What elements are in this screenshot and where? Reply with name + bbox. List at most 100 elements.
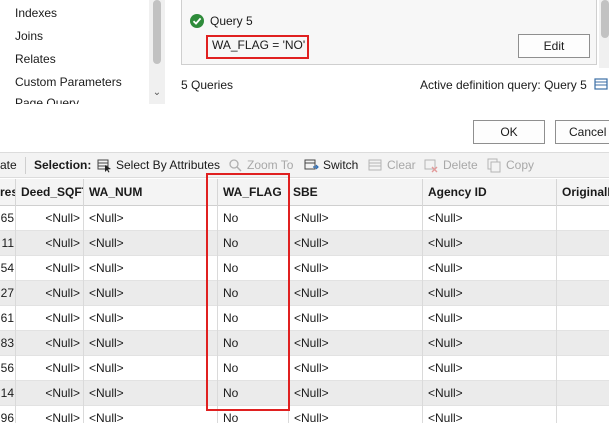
scroll-down-icon[interactable]: ⌄ xyxy=(150,86,164,100)
toolbar-divider xyxy=(25,157,26,174)
column-header-originalf[interactable]: OriginalF xyxy=(557,179,609,206)
cell-agency-id[interactable]: <Null> xyxy=(423,306,557,331)
nav-item-indexes[interactable]: Indexes xyxy=(15,6,57,20)
cancel-button[interactable]: Cancel xyxy=(555,120,609,144)
nav-scrollbar-thumb[interactable] xyxy=(153,0,161,64)
cell-wa-flag[interactable]: No xyxy=(218,206,289,231)
cell-wa-num[interactable]: <Null> xyxy=(84,206,218,231)
cell-originalf[interactable] xyxy=(557,256,609,281)
cell-sbe[interactable]: <Null> xyxy=(289,331,423,356)
cell-res[interactable]: 61 xyxy=(0,306,16,331)
cell-res[interactable]: 56 xyxy=(0,356,16,381)
cell-originalf[interactable] xyxy=(557,381,609,406)
cell-originalf[interactable] xyxy=(557,306,609,331)
table-row[interactable]: 11 <Null> <Null> No <Null> <Null> xyxy=(0,231,609,256)
table-row[interactable]: 27 <Null> <Null> No <Null> <Null> xyxy=(0,281,609,306)
clear-selection-button[interactable]: Clear xyxy=(387,158,416,172)
cell-sbe[interactable]: <Null> xyxy=(289,306,423,331)
cell-originalf[interactable] xyxy=(557,281,609,306)
cell-wa-num[interactable]: <Null> xyxy=(84,256,218,281)
cell-agency-id[interactable]: <Null> xyxy=(423,381,557,406)
table-row[interactable]: 61 <Null> <Null> No <Null> <Null> xyxy=(0,306,609,331)
cell-agency-id[interactable]: <Null> xyxy=(423,206,557,231)
cell-wa-num[interactable]: <Null> xyxy=(84,281,218,306)
cell-agency-id[interactable]: <Null> xyxy=(423,406,557,423)
cell-originalf[interactable] xyxy=(557,406,609,423)
cell-sbe[interactable]: <Null> xyxy=(289,406,423,423)
nav-item-custom-parameters[interactable]: Custom Parameters xyxy=(15,75,122,89)
select-by-attributes-button[interactable]: Select By Attributes xyxy=(116,158,220,172)
cell-res[interactable]: 96 xyxy=(0,406,16,423)
cell-sbe[interactable]: <Null> xyxy=(289,231,423,256)
column-header-res[interactable]: res xyxy=(0,179,16,206)
column-header-wa-num[interactable]: WA_NUM xyxy=(84,179,218,206)
cell-sbe[interactable]: <Null> xyxy=(289,256,423,281)
cell-agency-id[interactable]: <Null> xyxy=(423,356,557,381)
cell-res[interactable]: 11 xyxy=(0,231,16,256)
nav-item-joins[interactable]: Joins xyxy=(15,29,43,43)
cell-wa-num[interactable]: <Null> xyxy=(84,331,218,356)
cell-wa-flag[interactable]: No xyxy=(218,381,289,406)
definition-query-dialog: Indexes Joins Relates Custom Parameters … xyxy=(0,0,609,152)
cell-deed-sqft[interactable]: <Null> xyxy=(16,356,84,381)
query-list-scrollbar-thumb[interactable] xyxy=(601,0,609,38)
cell-deed-sqft[interactable]: <Null> xyxy=(16,231,84,256)
table-row[interactable]: 56 <Null> <Null> No <Null> <Null> xyxy=(0,356,609,381)
cell-sbe[interactable]: <Null> xyxy=(289,356,423,381)
cell-deed-sqft[interactable]: <Null> xyxy=(16,256,84,281)
copy-selection-button[interactable]: Copy xyxy=(506,158,534,172)
table-row[interactable]: 83 <Null> <Null> No <Null> <Null> xyxy=(0,331,609,356)
nav-item-page-query[interactable]: Page Query xyxy=(15,96,79,104)
cell-agency-id[interactable]: <Null> xyxy=(423,331,557,356)
cell-res[interactable]: 65 xyxy=(0,206,16,231)
table-row[interactable]: 96 <Null> <Null> No <Null> <Null> xyxy=(0,406,609,423)
cell-deed-sqft[interactable]: <Null> xyxy=(16,281,84,306)
column-header-wa-flag[interactable]: WA_FLAG ▲ xyxy=(218,179,289,206)
ok-button[interactable]: OK xyxy=(473,120,545,144)
column-header-deed-sqft[interactable]: Deed_SQFT xyxy=(16,179,84,206)
cell-wa-flag[interactable]: No xyxy=(218,231,289,256)
cell-originalf[interactable] xyxy=(557,231,609,256)
cell-agency-id[interactable]: <Null> xyxy=(423,231,557,256)
cell-originalf[interactable] xyxy=(557,206,609,231)
table-row[interactable]: 54 <Null> <Null> No <Null> <Null> xyxy=(0,256,609,281)
calculate-button[interactable]: ate xyxy=(0,158,17,172)
cell-wa-flag[interactable]: No xyxy=(218,356,289,381)
cell-wa-flag[interactable]: No xyxy=(218,331,289,356)
table-row[interactable]: 14 <Null> <Null> No <Null> <Null> xyxy=(0,381,609,406)
cell-wa-flag[interactable]: No xyxy=(218,306,289,331)
cell-deed-sqft[interactable]: <Null> xyxy=(16,331,84,356)
cell-deed-sqft[interactable]: <Null> xyxy=(16,206,84,231)
cell-originalf[interactable] xyxy=(557,331,609,356)
table-row[interactable]: 65 <Null> <Null> No <Null> <Null> xyxy=(0,206,609,231)
cell-sbe[interactable]: <Null> xyxy=(289,381,423,406)
cell-agency-id[interactable]: <Null> xyxy=(423,256,557,281)
cell-wa-num[interactable]: <Null> xyxy=(84,381,218,406)
cell-deed-sqft[interactable]: <Null> xyxy=(16,306,84,331)
column-header-agency-id[interactable]: Agency ID xyxy=(423,179,557,206)
zoom-to-button[interactable]: Zoom To xyxy=(247,158,293,172)
cell-wa-flag[interactable]: No xyxy=(218,256,289,281)
cell-wa-num[interactable]: <Null> xyxy=(84,406,218,423)
nav-item-relates[interactable]: Relates xyxy=(15,52,56,66)
cell-deed-sqft[interactable]: <Null> xyxy=(16,381,84,406)
cell-sbe[interactable]: <Null> xyxy=(289,281,423,306)
delete-selection-button[interactable]: Delete xyxy=(443,158,478,172)
cell-res[interactable]: 14 xyxy=(0,381,16,406)
edit-query-button[interactable]: Edit xyxy=(518,34,590,58)
cell-wa-num[interactable]: <Null> xyxy=(84,356,218,381)
switch-selection-button[interactable]: Switch xyxy=(323,158,358,172)
cell-deed-sqft[interactable]: <Null> xyxy=(16,406,84,423)
cell-res[interactable]: 83 xyxy=(0,331,16,356)
cell-wa-num[interactable]: <Null> xyxy=(84,231,218,256)
cell-originalf[interactable] xyxy=(557,356,609,381)
cell-res[interactable]: 54 xyxy=(0,256,16,281)
cell-res[interactable]: 27 xyxy=(0,281,16,306)
cell-agency-id[interactable]: <Null> xyxy=(423,281,557,306)
cell-sbe[interactable]: <Null> xyxy=(289,206,423,231)
column-header-sbe[interactable]: SBE xyxy=(289,179,423,206)
cell-wa-num[interactable]: <Null> xyxy=(84,306,218,331)
cell-wa-flag[interactable]: No xyxy=(218,281,289,306)
table-query-icon[interactable] xyxy=(594,77,609,91)
cell-wa-flag[interactable]: No xyxy=(218,406,289,423)
